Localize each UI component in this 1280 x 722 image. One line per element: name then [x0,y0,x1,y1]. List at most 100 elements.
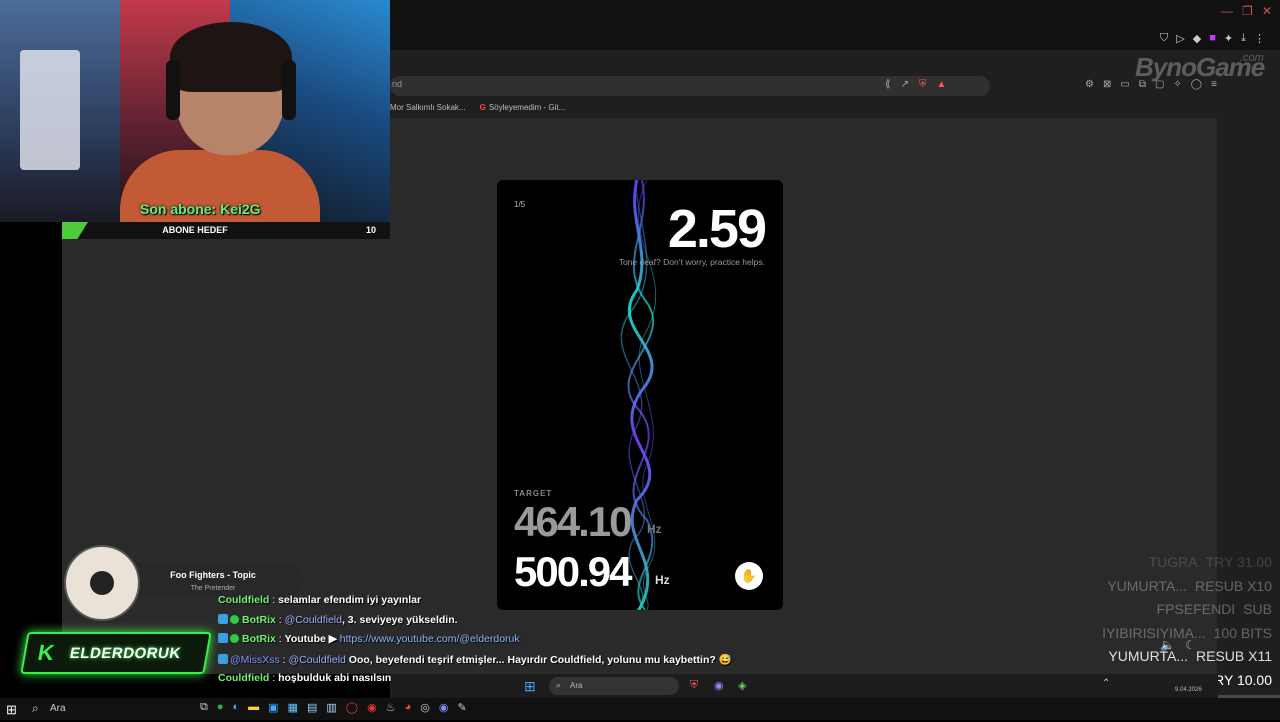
chat-link[interactable]: https://www.youtube.com/@elderdoruk [340,633,520,645]
volume-icon[interactable]: 🔈 [1160,638,1175,652]
event-row: YUMURTA... RESUB X10 [1100,578,1272,602]
chat-text: : [279,653,289,666]
target-label: TARGET [514,489,553,498]
store-icon[interactable]: ▣ [268,701,278,714]
extensions-toolbar: ⛉ ▷ ◆ ■ ✦ ⤓ ⋮ [1160,30,1280,46]
chat-text: : [269,672,279,685]
webcam-feed: Son abone: Kei2G [0,0,390,222]
tray-chevron-icon[interactable]: ⌃ [1102,678,1110,689]
close-button[interactable]: ✕ [1262,4,1272,18]
taskbar-search[interactable]: Ara [50,703,66,714]
chat-message: @MissXss : @Couldfield Ooo, beyefendi te… [218,653,778,673]
event-row: TUGRA TRY 31.00 [1100,554,1272,578]
chat-text: : [275,633,285,646]
pitch-game-card: 1/5 2.59 Tone deaf? Don’t worry, practic… [497,180,783,610]
spotify-icon[interactable]: ● [217,701,224,714]
task-view-icon[interactable]: ⧉ [200,701,208,714]
windows-start-icon[interactable]: ⊞ [6,702,17,718]
chrome-icon[interactable]: ◕ [405,701,412,714]
discord-icon[interactable]: ◉ [714,679,724,692]
search-icon: ⌕ [556,680,562,690]
event-value: RESUB X10 [1194,577,1272,594]
music-artist: Foo Fighters - Topic [170,570,256,580]
webcam-person-hair [170,22,292,92]
brave-icon[interactable]: ⛨ [690,679,698,692]
chat-text: : [275,613,285,626]
kick-logo-icon: K [35,640,57,665]
event-name: YUMURTA... [1107,577,1187,594]
extension-icon-1[interactable]: ⚙ [1085,79,1094,90]
chat-username[interactable]: BotRix [242,614,276,626]
app-icon[interactable]: ▥ [326,701,336,714]
download-icon[interactable]: ⤓ [1241,32,1246,45]
address-icons: ⟪ ↗ ⛨ ▲ [885,79,946,90]
chat-message: BotRix : @Couldfield, 3. seviyeye yüksel… [218,613,778,634]
folder-icon[interactable]: ▬ [248,701,259,714]
steam-icon[interactable]: ♨ [386,701,396,714]
maps-icon[interactable]: ◈ [738,679,746,692]
event-value: RESUB X11 [1196,648,1272,664]
maximize-button[interactable]: ❐ [1242,4,1253,18]
translate-icon[interactable]: ⟪ [885,79,891,90]
watermark-suffix: .com [1240,52,1264,64]
chat-username[interactable]: Couldfield [218,594,269,606]
rewards-icon[interactable]: ▲ [936,79,946,90]
app-icon[interactable]: ▦ [288,701,298,714]
channel-logo: K ELDERDORUK [20,632,212,674]
puzzle-icon[interactable]: ✦ [1224,32,1233,45]
mod-badge-icon [218,633,228,644]
edge-icon[interactable]: ◐ [233,701,240,714]
bookmark-item[interactable]: G Söyleyemedim - Git... [480,103,566,112]
chat-username[interactable]: @MissXss [230,654,280,666]
shield-icon[interactable]: ⛉ [1160,32,1168,45]
brave-shield-icon[interactable]: ⛨ [919,79,927,90]
google-icon: G [479,102,486,112]
captured-taskbar: ⊞ ⌕ Ara ⛨ ◉ ◈ [392,674,1218,698]
target-frequency: 464.10 [514,498,632,545]
minimize-button[interactable]: — [1221,4,1233,18]
play-icon[interactable]: ▷ [1176,32,1184,45]
extension-icon-2[interactable]: ⊠ [1103,79,1111,90]
sidebar-icon[interactable]: ▭ [1120,79,1129,90]
score-subtitle: Tone deaf? Don’t worry, practice helps. [618,257,765,267]
event-name: FPSEFENDI [1156,601,1236,617]
search-icon: ⌕ [32,701,39,715]
event-value: SUB [1243,601,1272,617]
opera-icon[interactable]: ◯ [346,701,358,714]
windows-start-icon[interactable]: ⊞ [524,678,536,695]
chat-username[interactable]: Couldfield [218,672,269,684]
chat-text: selamlar efendim iyi yayınlar [278,594,422,606]
music-title: The Pretender [190,585,236,592]
menu-icon[interactable]: ⋮ [1254,32,1265,45]
address-text: nd [392,79,403,89]
chat-mention: @Couldfield [288,653,346,666]
bookmark-label: Söyleyemedim - Git... [488,102,566,112]
bookmarks-bar: Mor Salkımlı Sokak... G Söyleyemedim - Gi… [390,98,1280,116]
share-icon[interactable]: ↗ [901,79,909,90]
chat-message: BotRix : Youtube ▶ https://www.youtube.c… [218,633,778,653]
taskbar-apps: ⧉ ● ◐ ▬ ▣ ▦ ▤ ▥ ◯ ◉ ♨ ◕ ◎ ◉ ✎ [200,701,467,714]
webcam-pc-case [20,50,80,170]
browser-titlebar [390,0,1280,50]
latest-subscriber: Son abone: Kei2G [140,201,261,217]
diamond-icon[interactable]: ◆ [1193,32,1201,45]
hand-icon[interactable]: ✋ [735,562,763,590]
bookmark-item[interactable]: Mor Salkımlı Sokak... [390,103,466,112]
chat-text: Youtube ▶ [284,633,340,646]
app-icon[interactable]: ✎ [457,701,466,714]
captured-search-box[interactable]: ⌕ Ara [549,677,679,695]
current-frequency: 500.94 [514,548,632,595]
obs-icon[interactable]: ◎ [420,701,430,714]
moon-icon[interactable]: ☾ [1185,638,1196,652]
discord-icon[interactable]: ◉ [439,701,449,714]
verified-badge-icon [230,634,239,644]
app-icon[interactable]: ◉ [367,701,377,714]
chat-username[interactable]: BotRix [242,633,276,645]
app-icon[interactable]: ▤ [307,701,317,714]
chat-message: Couldfield : selamlar efendim iyi yayınl… [218,594,778,614]
current-unit: Hz [655,573,670,587]
vinyl-center [90,571,114,595]
tray-date: 9.04.2026 [1175,687,1202,693]
event-row: FPSEFENDI SUB [1100,601,1272,625]
extension-icon[interactable]: ■ [1209,32,1216,44]
